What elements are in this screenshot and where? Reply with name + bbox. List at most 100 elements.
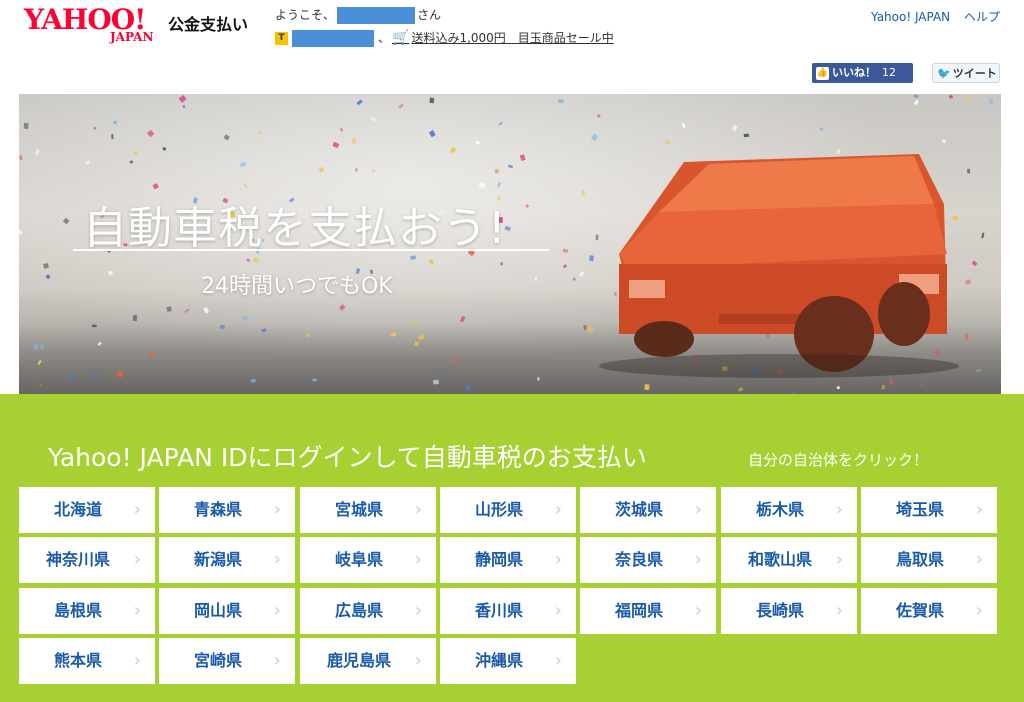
prefecture-button[interactable]: 佐賀県 ›: [861, 588, 997, 634]
prefecture-button[interactable]: 宮城県 ›: [300, 487, 436, 533]
section-title: Yahoo! JAPAN IDにログインして自動車税のお支払い: [48, 443, 647, 472]
facebook-like-button[interactable]: 👍 いいね！ 12: [812, 63, 913, 83]
chevron-right-icon: ›: [273, 650, 281, 671]
prefecture-button[interactable]: 香川県 ›: [440, 588, 576, 634]
prefecture-label: 茨城県: [614, 500, 663, 519]
prefecture-label: 栃木県: [755, 500, 804, 519]
prefecture-button[interactable]: 新潟県 ›: [159, 537, 295, 583]
prefecture-label: 鹿児島県: [326, 651, 391, 670]
login-section: Yahoo! JAPAN IDにログインして自動車税のお支払い 自分の自治体をク…: [0, 394, 1024, 702]
chevron-right-icon: ›: [414, 549, 422, 570]
prefecture-button[interactable]: 奈良県 ›: [580, 537, 716, 583]
top-links: Yahoo! JAPAN ヘルプ: [861, 8, 1000, 25]
promo-link[interactable]: 🛒 送料込み1,000円 目玉商品セール中: [392, 29, 614, 46]
prefecture-button[interactable]: 茨城県 ›: [580, 487, 716, 533]
yahoo-japan-link[interactable]: Yahoo! JAPAN: [871, 10, 950, 24]
like-label: いいね！: [832, 66, 876, 79]
section-note: 自分の自治体をクリック！: [748, 451, 929, 469]
hero-banner: 自動車税を支払おう! 24時間いつでもOK: [19, 94, 1001, 394]
prefecture-label: 山形県: [474, 500, 523, 519]
prefecture-button[interactable]: 島根県 ›: [19, 588, 155, 634]
chevron-right-icon: ›: [694, 600, 702, 621]
prefecture-button[interactable]: 岡山県 ›: [159, 588, 295, 634]
prefecture-button[interactable]: 鹿児島県 ›: [300, 638, 436, 684]
prefecture-button[interactable]: 福岡県 ›: [580, 588, 716, 634]
twitter-bird-icon: 🐦: [937, 67, 951, 80]
prefecture-button[interactable]: 神奈川県 ›: [19, 537, 155, 583]
prefecture-label: 静岡県: [474, 550, 523, 569]
prefecture-button[interactable]: 鳥取県 ›: [861, 537, 997, 583]
prefecture-label: 岐阜県: [334, 550, 383, 569]
chevron-right-icon: ›: [554, 650, 562, 671]
prefecture-label: 青森県: [193, 500, 242, 519]
thumbs-up-icon: 👍: [816, 66, 829, 80]
prefecture-label: 新潟県: [193, 550, 242, 569]
tpoint-icon: T: [275, 32, 288, 45]
prefecture-label: 奈良県: [614, 550, 663, 569]
logo-japan-text: JAPAN: [110, 30, 154, 44]
prefecture-button[interactable]: 北海道 ›: [19, 487, 155, 533]
hero-subtitle: 24時間いつでもOK: [201, 274, 393, 299]
chevron-right-icon: ›: [414, 600, 422, 621]
prefecture-button[interactable]: 埼玉県 ›: [861, 487, 997, 533]
prefecture-label: 宮城県: [334, 500, 383, 519]
welcome-prefix: ようこそ、: [275, 8, 336, 22]
prefecture-label: 福岡県: [614, 601, 663, 620]
chevron-right-icon: ›: [554, 600, 562, 621]
prefecture-button[interactable]: 山形県 ›: [440, 487, 576, 533]
chevron-right-icon: ›: [133, 600, 141, 621]
prefecture-label: 香川県: [474, 601, 523, 620]
prefecture-label: 埼玉県: [895, 500, 944, 519]
prefecture-button[interactable]: 静岡県 ›: [440, 537, 576, 583]
chevron-right-icon: ›: [975, 549, 983, 570]
prefecture-button[interactable]: 栃木県 ›: [721, 487, 857, 533]
prefecture-label: 長崎県: [755, 601, 804, 620]
chevron-right-icon: ›: [273, 499, 281, 520]
prefecture-label: 鳥取県: [895, 550, 944, 569]
chevron-right-icon: ›: [554, 549, 562, 570]
prefecture-label: 島根県: [53, 601, 102, 620]
chevron-right-icon: ›: [835, 499, 843, 520]
prefecture-button[interactable]: 沖縄県 ›: [440, 638, 576, 684]
chevron-right-icon: ›: [835, 600, 843, 621]
tweet-button[interactable]: 🐦 ツイート: [932, 63, 1000, 83]
prefecture-button[interactable]: 和歌山県 ›: [721, 537, 857, 583]
chevron-right-icon: ›: [694, 499, 702, 520]
chevron-right-icon: ›: [273, 600, 281, 621]
yahoo-japan-logo[interactable]: YAHOO! JAPAN: [24, 5, 164, 45]
header: YAHOO! JAPAN 公金支払い ようこそ、 さん T、 🛒 送料込み1,000…: [0, 0, 1024, 52]
prefecture-button[interactable]: 岐阜県 ›: [300, 537, 436, 583]
chevron-right-icon: ›: [133, 499, 141, 520]
chevron-right-icon: ›: [133, 650, 141, 671]
hero-title: 自動車税を支払おう!: [83, 203, 507, 254]
prefecture-label: 沖縄県: [474, 651, 523, 670]
chevron-right-icon: ›: [835, 549, 843, 570]
hero-title-underline: [73, 249, 549, 251]
like-count: 12: [882, 66, 896, 79]
chevron-right-icon: ›: [975, 600, 983, 621]
prefecture-label: 佐賀県: [895, 601, 944, 620]
chevron-right-icon: ›: [694, 549, 702, 570]
help-link[interactable]: ヘルプ: [964, 10, 1000, 24]
prefecture-label: 岡山県: [193, 601, 242, 620]
prefecture-label: 和歌山県: [747, 550, 812, 569]
prefecture-label: 北海道: [53, 500, 102, 519]
prefecture-label: 広島県: [334, 601, 383, 620]
chevron-right-icon: ›: [975, 499, 983, 520]
prefecture-button[interactable]: 熊本県 ›: [19, 638, 155, 684]
chevron-right-icon: ›: [273, 549, 281, 570]
prefecture-button[interactable]: 宮崎県 ›: [159, 638, 295, 684]
cart-icon: 🛒: [392, 30, 410, 46]
prefecture-button[interactable]: 長崎県 ›: [721, 588, 857, 634]
tpoint-info: T、: [275, 29, 390, 47]
prefecture-button[interactable]: 青森県 ›: [159, 487, 295, 533]
prefecture-label: 宮崎県: [193, 651, 242, 670]
prefecture-label: 熊本県: [53, 651, 102, 670]
tweet-label: ツイート: [952, 67, 997, 80]
redacted-points: [292, 30, 374, 47]
welcome-message: ようこそ、 さん: [275, 6, 441, 24]
welcome-suffix: さん: [417, 8, 442, 22]
prefecture-button[interactable]: 広島県 ›: [300, 588, 436, 634]
tpoint-suffix: 、: [378, 31, 391, 45]
chevron-right-icon: ›: [554, 499, 562, 520]
